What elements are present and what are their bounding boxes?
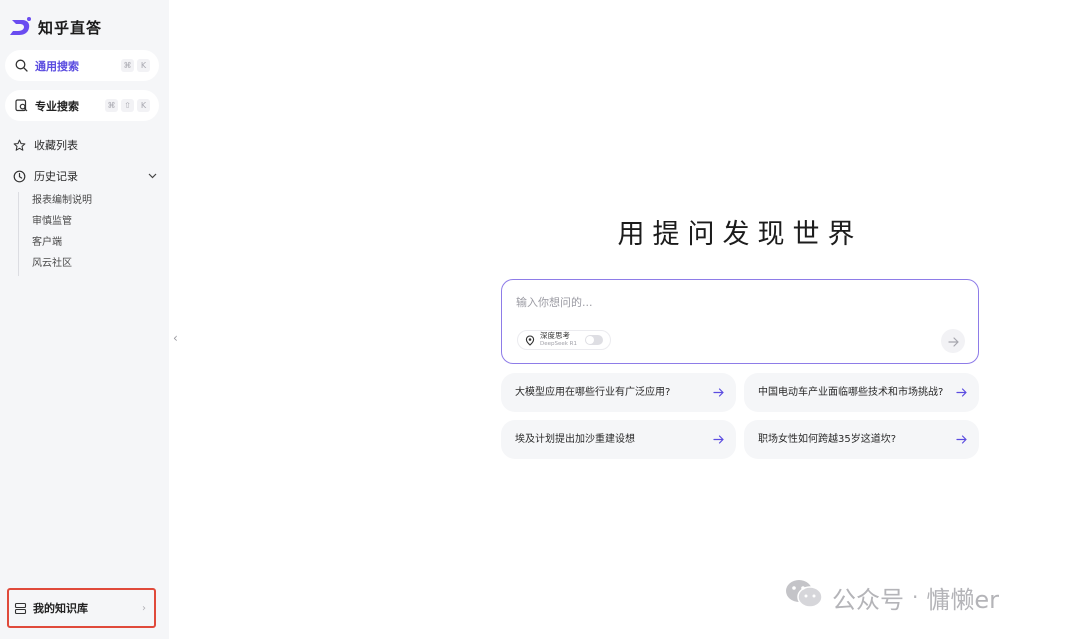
knowledge-base-button[interactable]: 我的知识库 › (7, 588, 156, 628)
star-icon (12, 138, 26, 152)
chevron-down-icon[interactable] (147, 171, 157, 181)
suggestion-text: 埃及计划提出加沙重建设想 (515, 433, 635, 445)
deep-think-model: DeepSeek R1 (540, 341, 578, 347)
history-item[interactable]: 客户端 (32, 234, 92, 255)
search-icon (14, 59, 28, 73)
general-search-shortcut: ⌘ K (121, 59, 150, 72)
chevron-right-icon: › (142, 602, 146, 614)
general-search-label: 通用搜索 (35, 59, 79, 73)
pro-search-label: 专业搜索 (35, 99, 79, 113)
deep-think-label: 深度思考 (540, 331, 570, 340)
history-item[interactable]: 报表编制说明 (32, 192, 92, 213)
page-title: 用提问发现世界 (617, 219, 863, 250)
collapse-sidebar-handle[interactable]: ‹ (173, 331, 178, 345)
suggestion-text: 职场女性如何跨越35岁这道坎? (758, 433, 897, 445)
watermark-text-2: 慵懒er (926, 585, 999, 614)
watermark: 公众号 · 慵懒er (784, 578, 999, 616)
deep-think-switch[interactable] (585, 335, 604, 345)
app-logo[interactable]: 知乎直答 (10, 16, 102, 38)
app-name: 知乎直答 (38, 18, 103, 37)
arrow-right-icon (947, 332, 959, 351)
pro-search-shortcut: ⌘ ⇧ K (105, 99, 150, 112)
general-search-button[interactable]: 通用搜索 ⌘ K (5, 50, 159, 81)
arrow-right-icon (955, 387, 967, 399)
logo-icon (10, 16, 32, 38)
history-label: 历史记录 (34, 170, 78, 183)
favorites-label: 收藏列表 (34, 139, 78, 152)
question-input[interactable]: 输入你想问的... (516, 294, 593, 310)
deep-think-icon (524, 334, 535, 346)
send-button[interactable] (941, 329, 965, 353)
suggestion-text: 大模型应用在哪些行业有广泛应用? (515, 386, 671, 398)
history-item[interactable]: 风云社区 (32, 255, 92, 276)
arrow-right-icon (955, 434, 967, 446)
pro-search-icon (14, 99, 28, 113)
watermark-dot: · (912, 585, 919, 609)
suggestion-text: 中国电动车产业面临哪些技术和市场挑战? (758, 386, 944, 398)
knowledge-base-icon (13, 601, 27, 615)
deep-think-toggle[interactable]: 深度思考 DeepSeek R1 (517, 330, 612, 350)
arrow-right-icon (712, 434, 724, 446)
knowledge-base-label: 我的知识库 (33, 602, 88, 615)
suggestion-card[interactable]: 埃及计划提出加沙重建设想 (501, 420, 736, 459)
history-list: 报表编制说明 审慎监管 客户端 风云社区 (18, 192, 92, 276)
watermark-text-1: 公众号 (832, 585, 904, 614)
arrow-right-icon (712, 387, 724, 399)
suggestion-card[interactable]: 中国电动车产业面临哪些技术和市场挑战? (744, 373, 979, 412)
history-item[interactable]: 审慎监管 (32, 213, 92, 234)
clock-icon (12, 169, 26, 183)
question-input-box[interactable]: 输入你想问的... 深度思考 DeepSeek R1 (501, 279, 979, 364)
suggestion-card[interactable]: 大模型应用在哪些行业有广泛应用? (501, 373, 736, 412)
sidebar-item-history[interactable]: 历史记录 (12, 168, 157, 184)
suggestion-card[interactable]: 职场女性如何跨越35岁这道坎? (744, 420, 979, 459)
pro-search-button[interactable]: 专业搜索 ⌘ ⇧ K (5, 90, 159, 121)
sidebar-item-favorites[interactable]: 收藏列表 (12, 137, 157, 153)
wechat-icon (784, 578, 824, 616)
sidebar: 知乎直答 通用搜索 ⌘ K 专业搜索 ⌘ ⇧ K 收藏列表 历史记录 报表编制说… (0, 0, 169, 639)
